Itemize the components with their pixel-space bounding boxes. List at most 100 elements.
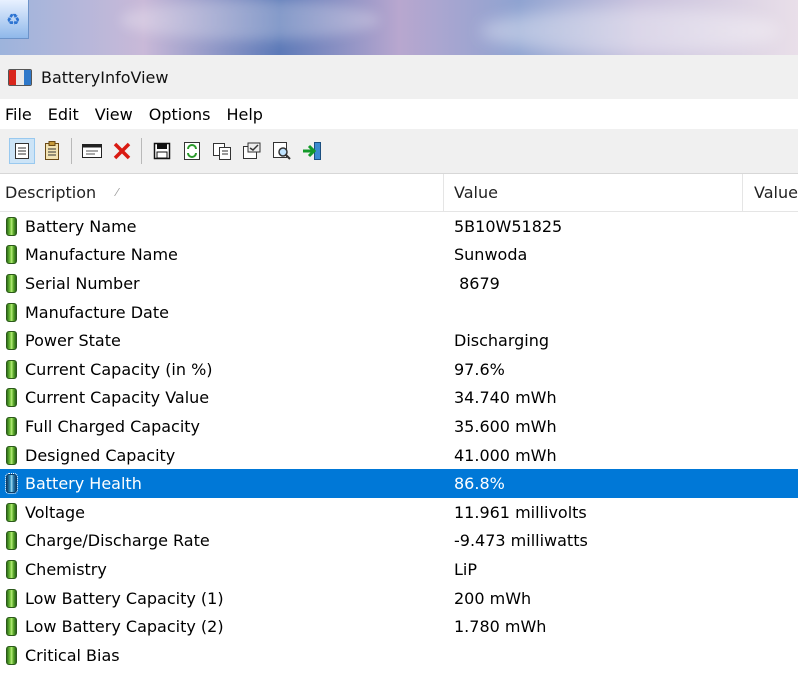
battery-icon — [6, 617, 17, 637]
table-row[interactable]: Power State Discharging — [0, 326, 798, 355]
exit-icon[interactable] — [299, 138, 325, 164]
find-icon[interactable] — [269, 138, 295, 164]
description-cell: Full Charged Capacity — [6, 412, 200, 441]
column-header-label: Description — [5, 183, 97, 202]
table-header: Description ⁄ Value Value — [0, 174, 798, 212]
description-cell: Serial Number — [6, 269, 140, 298]
value-cell: 11.961 millivolts — [454, 502, 587, 522]
menu-edit[interactable]: Edit — [42, 105, 89, 124]
title-bar: BatteryInfoView — [0, 55, 798, 99]
battery-icon — [6, 502, 17, 522]
recycle-bin-icon[interactable]: ♻ — [0, 0, 29, 39]
description-text: Battery Health — [25, 474, 142, 494]
table-row[interactable]: Current Capacity (in %) 97.6% — [0, 355, 798, 384]
battery-app-icon — [8, 68, 32, 86]
toolbar-separator — [141, 138, 142, 164]
table-row[interactable]: Full Charged Capacity 35.600 mWh — [0, 412, 798, 441]
description-text: Low Battery Capacity (1) — [25, 588, 224, 608]
value-cell: LiP — [454, 559, 478, 579]
menu-view[interactable]: View — [89, 105, 143, 124]
toolbar — [0, 129, 798, 174]
battery-icon — [6, 359, 17, 379]
description-text: Power State — [25, 331, 121, 351]
delete-icon[interactable] — [109, 138, 135, 164]
table-row[interactable]: Low Battery Capacity (2) 1.780 mWh — [0, 612, 798, 641]
value-cell: Discharging — [454, 331, 550, 351]
table-row[interactable]: Battery Health 86.8% — [0, 469, 798, 498]
value-cell: 97.6% — [454, 359, 505, 379]
column-header-label: Value — [454, 183, 498, 202]
table-row[interactable]: Serial Number 8679 — [0, 269, 798, 298]
description-cell: Power State — [6, 326, 121, 355]
table-row[interactable]: Critical Bias — [0, 641, 798, 670]
table-row[interactable]: Charge/Discharge Rate -9.473 milliwatts — [0, 527, 798, 556]
table-row[interactable]: Low Battery Capacity (1) 200 mWh — [0, 584, 798, 613]
description-cell: Low Battery Capacity (1) — [6, 584, 224, 613]
description-cell: Current Capacity Value — [6, 384, 209, 413]
description-text: Manufacture Date — [25, 302, 169, 322]
description-cell: Battery Name — [6, 212, 137, 241]
table-row[interactable]: Battery Name 5B10W51825 — [0, 212, 798, 241]
battery-icon — [6, 245, 17, 265]
value-cell: Sunwoda — [454, 245, 528, 265]
value-cell: 34.740 mWh — [454, 388, 557, 408]
table-row[interactable]: Current Capacity Value 34.740 mWh — [0, 384, 798, 413]
description-cell: Low Battery Capacity (2) — [6, 612, 224, 641]
battery-icon — [6, 302, 17, 322]
toolbar-separator — [71, 138, 72, 164]
table-row[interactable]: Designed Capacity 41.000 mWh — [0, 441, 798, 470]
value-cell: 5B10W51825 — [454, 216, 563, 236]
page-list-icon[interactable] — [39, 138, 65, 164]
battery-icon — [6, 216, 17, 236]
value-cell: 200 mWh — [454, 588, 532, 608]
description-cell: Current Capacity (in %) — [6, 355, 213, 384]
description-cell: Designed Capacity — [6, 441, 175, 470]
battery-icon — [6, 645, 17, 665]
description-text: Charge/Discharge Rate — [25, 531, 210, 551]
battery-icon — [6, 416, 17, 436]
description-cell: Manufacture Date — [6, 298, 169, 327]
value-cell: -9.473 milliwatts — [454, 531, 588, 551]
battery-icon — [6, 559, 17, 579]
table-row[interactable]: Voltage 11.961 millivolts — [0, 498, 798, 527]
description-cell: Charge/Discharge Rate — [6, 527, 210, 556]
description-cell: Battery Health — [5, 469, 142, 498]
value-cell: 1.780 mWh — [454, 617, 547, 637]
menu-file[interactable]: File — [0, 105, 42, 124]
battery-info-table: Description ⁄ Value Value Battery Name 5B… — [0, 174, 798, 676]
column-header-description[interactable]: Description ⁄ — [0, 174, 444, 211]
menu-help[interactable]: Help — [220, 105, 272, 124]
description-text: Current Capacity (in %) — [25, 359, 213, 379]
table-body: Battery Name 5B10W51825 Manufacture Name Su… — [0, 212, 798, 670]
sort-indicator-icon: ⁄ — [116, 186, 118, 199]
description-text: Serial Number — [25, 273, 140, 293]
description-cell: Critical Bias — [6, 641, 120, 670]
menu-bar: File Edit View Options Help — [0, 99, 798, 129]
value-cell: 35.600 mWh — [454, 416, 557, 436]
refresh-icon[interactable] — [179, 138, 205, 164]
description-text: Battery Name — [25, 216, 137, 236]
desktop-background: ♻ — [0, 0, 798, 55]
value-cell: 41.000 mWh — [454, 445, 557, 465]
description-text: Full Charged Capacity — [25, 416, 201, 436]
table-row[interactable]: Chemistry LiP — [0, 555, 798, 584]
battery-icon — [6, 273, 17, 293]
description-cell: Chemistry — [6, 555, 107, 584]
column-header-value-2[interactable]: Value — [744, 174, 798, 211]
description-text: Low Battery Capacity (2) — [25, 617, 224, 637]
column-header-value[interactable]: Value — [445, 174, 743, 211]
table-row[interactable]: Manufacture Name Sunwoda — [0, 241, 798, 270]
properties-icon[interactable] — [239, 138, 265, 164]
table-row[interactable]: Manufacture Date — [0, 298, 798, 327]
value-cell: 86.8% — [454, 474, 505, 494]
battery-icon — [6, 588, 17, 608]
window-icon[interactable] — [79, 138, 105, 164]
description-text: Current Capacity Value — [25, 388, 210, 408]
description-cell: Voltage — [6, 498, 85, 527]
save-icon[interactable] — [149, 138, 175, 164]
page-icon[interactable] — [9, 138, 35, 164]
description-text: Manufacture Name — [25, 245, 178, 265]
description-text: Voltage — [25, 502, 86, 522]
menu-options[interactable]: Options — [143, 105, 221, 124]
copy-icon[interactable] — [209, 138, 235, 164]
